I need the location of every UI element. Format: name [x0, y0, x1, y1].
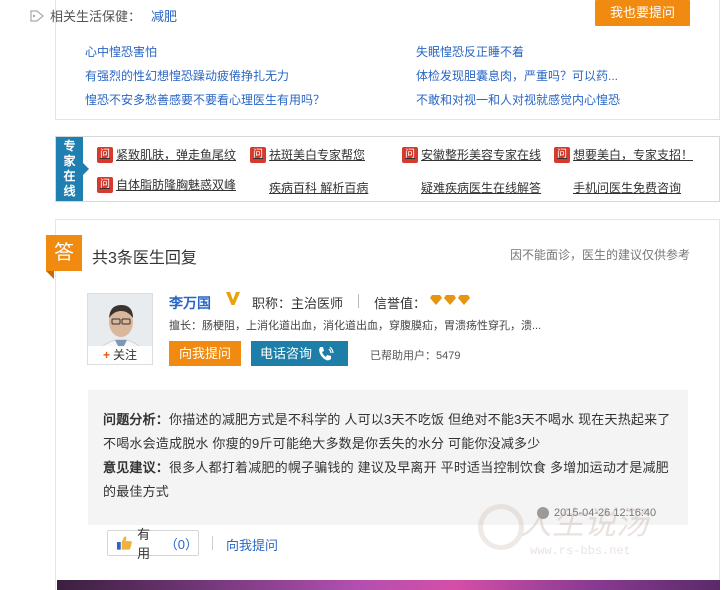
question-badge-icon: 问	[402, 146, 418, 163]
expert-item-label: 安徽整形美容专家在线	[421, 148, 542, 162]
expert-item-label: 想要美白，专家支招！	[573, 148, 694, 162]
doctor-name-link[interactable]: 李万国	[169, 293, 211, 313]
useful-label: 有用	[137, 527, 151, 561]
useful-button[interactable]: 有用 （0）	[107, 527, 199, 561]
tag-icon	[30, 9, 44, 22]
diamond-icon	[430, 295, 442, 305]
timestamp-text: 2015-04-26 12:16:40	[554, 507, 657, 519]
divider	[212, 536, 213, 550]
question-badge-icon: 问	[97, 146, 113, 163]
expert-item-6[interactable]: 疾病百科 解析百病	[269, 179, 368, 196]
answer-count: 共3条医生回复	[92, 250, 197, 267]
follow-label: 关注	[113, 348, 138, 362]
answer-text-block: 问题分析：你描述的减肥方式是不科学的 人可以3天不吃饭 但绝对不能3天不喝水 现…	[103, 408, 673, 504]
related-link-6[interactable]: 不敢和对视一和人对视就感觉内心惶恐	[416, 91, 620, 108]
expert-item-4[interactable]: 问 想要美白，专家支招！	[554, 146, 693, 163]
expert-item-3[interactable]: 问 安徽整形美容专家在线	[402, 146, 541, 163]
related-link-5[interactable]: 惶恐不安多愁善感要不要看心理医生有用吗？	[85, 91, 325, 108]
related-tag-link[interactable]: 减肥	[151, 6, 177, 25]
follow-button[interactable]: + 关注	[88, 346, 152, 364]
diamond-icon	[458, 295, 470, 305]
analysis-label: 问题分析：	[103, 412, 170, 427]
diamond-icon	[444, 295, 456, 305]
answer-timestamp: 2015-04-26 12:16:40	[537, 507, 656, 519]
useful-count: （0）	[164, 536, 198, 552]
question-badge-icon: 问	[250, 146, 266, 163]
related-link-3[interactable]: 有强烈的性幻想惶恐躁动疲倦挣扎无力	[85, 67, 289, 84]
phone-icon	[319, 346, 334, 360]
expert-item-2[interactable]: 问 祛斑美白专家帮您	[250, 146, 365, 163]
expert-item-label: 紧致肌肤，弹走鱼尾纹	[116, 148, 237, 162]
bottom-ad-banner[interactable]	[57, 580, 720, 590]
related-link-4[interactable]: 体检发现胆囊息肉，严重吗？可以药...	[416, 67, 618, 84]
advice-label: 意见建议：	[103, 460, 170, 475]
answer-content: 问题分析：你描述的减肥方式是不科学的 人可以3天不吃饭 但绝对不能3天不喝水 现…	[88, 390, 688, 525]
ask-question-button[interactable]: 我也要提问	[595, 0, 690, 26]
phone-consult-label: 电话咨询	[260, 346, 313, 361]
verified-v-icon	[226, 292, 240, 305]
expert-item-8[interactable]: 手机问医生免费咨询	[573, 179, 681, 196]
trust-rating	[430, 295, 470, 305]
avatar[interactable]: + 关注	[87, 293, 153, 365]
clock-icon	[537, 507, 549, 519]
ask-doctor-link[interactable]: 向我提问	[226, 535, 278, 554]
disclaimer-text: 因不能面诊，医生的建议仅供参考	[510, 248, 691, 262]
expert-item-7[interactable]: 疑难疾病医生在线解答	[421, 179, 541, 196]
doctor-title: 职称：主治医师	[252, 296, 344, 311]
helped-count: 已帮助用户：5479	[370, 350, 461, 362]
advice-text: 很多人都打着减肥的幌子骗钱的 建议及早离开 平时适当控制饮食 多增加运动才是减肥…	[103, 460, 669, 499]
expert-item-label: 祛斑美白专家帮您	[269, 148, 366, 162]
plus-icon: +	[102, 348, 110, 362]
divider	[358, 294, 359, 308]
expert-item-1[interactable]: 问 紧致肌肤，弹走鱼尾纹	[97, 146, 236, 163]
answer-tag: 答	[46, 235, 82, 279]
related-link-1[interactable]: 心中惶恐害怕	[85, 43, 157, 60]
expert-item-label: 自体脂肪隆胸魅惑双峰	[116, 178, 237, 192]
phone-consult-button[interactable]: 电话咨询	[251, 341, 348, 366]
trust-label: 信誉值：	[374, 296, 427, 311]
related-label: 相关生活保健：	[50, 9, 142, 24]
ask-doctor-button[interactable]: 向我提问	[169, 341, 241, 366]
analysis-text: 你描述的减肥方式是不科学的 人可以3天不吃饭 但绝对不能3天不喝水 现在天热起来…	[103, 412, 671, 451]
thumbs-up-icon	[116, 536, 132, 550]
doctor-specialty: 擅长：肠梗阻，上消化道出血，消化道出血，穿腹膜疝，胃溃疡性穿孔，溃...	[169, 320, 542, 332]
related-link-2[interactable]: 失眠惶恐反正睡不着	[416, 43, 524, 60]
expert-item-5[interactable]: 问 自体脂肪隆胸魅惑双峰	[97, 176, 236, 193]
question-badge-icon: 问	[97, 176, 113, 193]
expert-online-label: 专家在线	[56, 137, 89, 201]
related-tag-row: 相关生活保健： 减肥	[30, 6, 177, 25]
question-badge-icon: 问	[554, 146, 570, 163]
